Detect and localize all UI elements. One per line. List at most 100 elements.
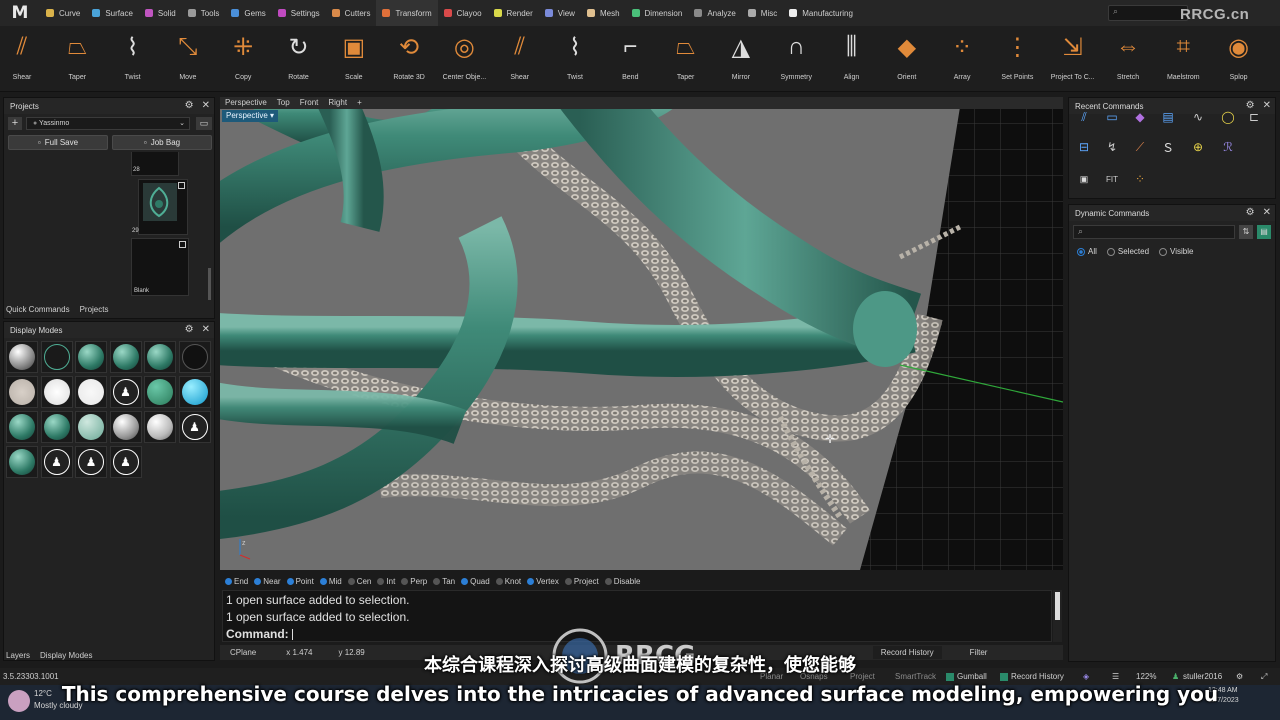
osnap-perp[interactable]: Perp (401, 577, 427, 586)
display-mode-user-icon[interactable]: ♟ (109, 376, 142, 408)
osnap-quad[interactable]: Quad (461, 577, 490, 586)
tool-bend[interactable]: ⌐ Bend (602, 30, 658, 90)
osnap-cen[interactable]: Cen (347, 577, 371, 586)
menu-tab-render[interactable]: Render (488, 0, 539, 26)
add-icon[interactable]: + (8, 117, 22, 130)
tool-taper[interactable]: ⏢ Taper (658, 30, 714, 90)
tab-projects[interactable]: Projects (80, 305, 109, 314)
menu-tab-transform[interactable]: Transform (376, 0, 438, 26)
tool-copy[interactable]: ⁜ Copy (215, 30, 271, 90)
script-icon[interactable]: Ｓ (1159, 138, 1177, 156)
display-mode-teal-icon[interactable] (144, 376, 176, 408)
display-mode-user-icon[interactable]: ♟ (75, 446, 107, 478)
circle-icon[interactable]: ◯ (1219, 108, 1237, 126)
solid-icon[interactable]: ◆ (1131, 108, 1149, 126)
menu-tab-gems[interactable]: Gems (225, 0, 271, 26)
rectangle-icon[interactable]: ⊏ (1245, 108, 1263, 126)
fit-icon[interactable]: FIT (1103, 170, 1121, 188)
points-icon[interactable]: ℛ (1219, 138, 1237, 156)
tool-mirror[interactable]: ◮ Mirror (713, 30, 769, 90)
split-icon[interactable]: ⊟ (1075, 138, 1093, 156)
close-icon[interactable]: ✕ (202, 100, 210, 111)
menu-tab-settings[interactable]: Settings (272, 0, 326, 26)
tool-stretch[interactable]: ⇔ Stretch (1100, 30, 1156, 90)
display-mode-rendered-icon[interactable] (109, 341, 142, 373)
viewport-label[interactable]: Perspective ▾ (222, 110, 279, 122)
terminal-icon[interactable]: ▣ (1075, 170, 1093, 188)
display-mode-user-icon[interactable]: ♟ (178, 411, 211, 443)
array-icon[interactable]: ⁘ (1131, 170, 1149, 188)
curve-icon[interactable]: ∿ (1189, 108, 1207, 126)
display-mode-chrome-icon[interactable] (144, 411, 176, 443)
osnap-int[interactable]: Int (377, 577, 395, 586)
osnap-knot[interactable]: Knot (495, 577, 521, 586)
settings-gear-icon[interactable]: ⚙ (1246, 207, 1255, 218)
osnap-tan[interactable]: Tan (433, 577, 455, 586)
3d-model-view[interactable]: ✛ z (220, 97, 1063, 570)
menu-tab-tools[interactable]: Tools (182, 0, 226, 26)
display-mode-clay-icon[interactable] (6, 376, 38, 408)
display-mode-rendered-icon[interactable] (6, 446, 38, 478)
display-mode-user-icon[interactable]: ♟ (40, 446, 73, 478)
project-select[interactable]: ● Yassinmo ⌄ (26, 117, 190, 130)
display-mode-rendered-icon[interactable] (75, 341, 107, 373)
settings-gear-icon[interactable]: ⚙ (185, 324, 194, 335)
list-view-icon[interactable]: ▤ (1257, 225, 1271, 239)
extrude-icon[interactable]: ⟋ (1131, 138, 1149, 156)
command-input[interactable] (292, 629, 294, 641)
tool-scale[interactable]: ▣ Scale (326, 30, 382, 90)
menu-tab-view[interactable]: View (539, 0, 581, 26)
menu-tab-surface[interactable]: Surface (86, 0, 139, 26)
osnap-mid[interactable]: Mid (319, 577, 342, 586)
tool-align[interactable]: ⫼ Align (824, 30, 880, 90)
perspective-viewport[interactable]: ✛ z (220, 97, 1063, 570)
tab-quick-commands[interactable]: Quick Commands (6, 305, 70, 314)
osnap-disable[interactable]: Disable (604, 577, 640, 586)
add-viewport-tab[interactable]: + (352, 97, 367, 109)
shear-icon[interactable]: ⫽ (1075, 108, 1093, 126)
sort-icon[interactable]: ⇅ (1239, 225, 1253, 239)
tool-set-points[interactable]: ⋮ Set Points (989, 30, 1045, 90)
tool-project-to-c-[interactable]: ⇲ Project To C... (1045, 30, 1101, 90)
tool-array[interactable]: ⁘ Array (934, 30, 990, 90)
display-mode-xray-icon[interactable] (178, 376, 211, 408)
job-bag-button[interactable]: ▫ Job Bag (112, 135, 212, 150)
osnap-project[interactable]: Project (564, 577, 599, 586)
menu-tab-analyze[interactable]: Analyze (688, 0, 741, 26)
project-thumb[interactable]: 28 (131, 152, 179, 176)
scrollbar[interactable] (208, 268, 211, 300)
tool-orient[interactable]: ◆ Orient (879, 30, 935, 90)
project-thumb[interactable]: 29 (132, 179, 188, 235)
display-mode-white-icon[interactable] (40, 376, 73, 408)
menu-tab-mesh[interactable]: Mesh (581, 0, 626, 26)
tool-twist[interactable]: ⌇ Twist (105, 30, 161, 90)
rotate-view-icon[interactable]: ⊕ (1189, 138, 1207, 156)
project-thumb[interactable]: Blank (131, 238, 189, 296)
tool-shear[interactable]: ⫽ Shear (0, 30, 50, 90)
radio-all[interactable]: All (1077, 247, 1097, 256)
tool-center-obje-[interactable]: ◎ Center Obje... (436, 30, 492, 90)
top-search-input[interactable]: ⌕ (1108, 5, 1188, 21)
menu-tab-cutters[interactable]: Cutters (326, 0, 377, 26)
display-mode-wireframe-icon[interactable] (40, 341, 73, 373)
display-mode-rendered-icon[interactable] (6, 411, 38, 443)
tool-twist[interactable]: ⌇ Twist (547, 30, 603, 90)
tool-maelstrom[interactable]: ⌗ Maelstrom (1155, 30, 1211, 90)
tool-splop[interactable]: ◉ Splop (1211, 30, 1267, 90)
menu-tab-dimension[interactable]: Dimension (626, 0, 689, 26)
display-mode-user-icon[interactable]: ♟ (109, 446, 142, 478)
menu-tab-misc[interactable]: Misc (742, 0, 783, 26)
osnap-near[interactable]: Near (254, 577, 281, 586)
osnap-point[interactable]: Point (286, 577, 314, 586)
radio-visible[interactable]: Visible (1159, 247, 1193, 256)
display-mode-ghosted-icon[interactable] (75, 411, 107, 443)
close-icon[interactable]: ✕ (1263, 207, 1271, 218)
menu-tab-curve[interactable]: Curve (40, 0, 86, 26)
tool-taper[interactable]: ⏢ Taper (49, 30, 105, 90)
menu-tab-clayoo[interactable]: Clayoo (438, 0, 488, 26)
close-icon[interactable]: ✕ (202, 324, 210, 335)
tab-top[interactable]: Top (272, 97, 295, 109)
menu-tab-manufacturing[interactable]: Manufacturing (783, 0, 859, 26)
surface-icon[interactable]: ▭ (1103, 108, 1121, 126)
tool-move[interactable]: ⤡ Move (160, 30, 216, 90)
